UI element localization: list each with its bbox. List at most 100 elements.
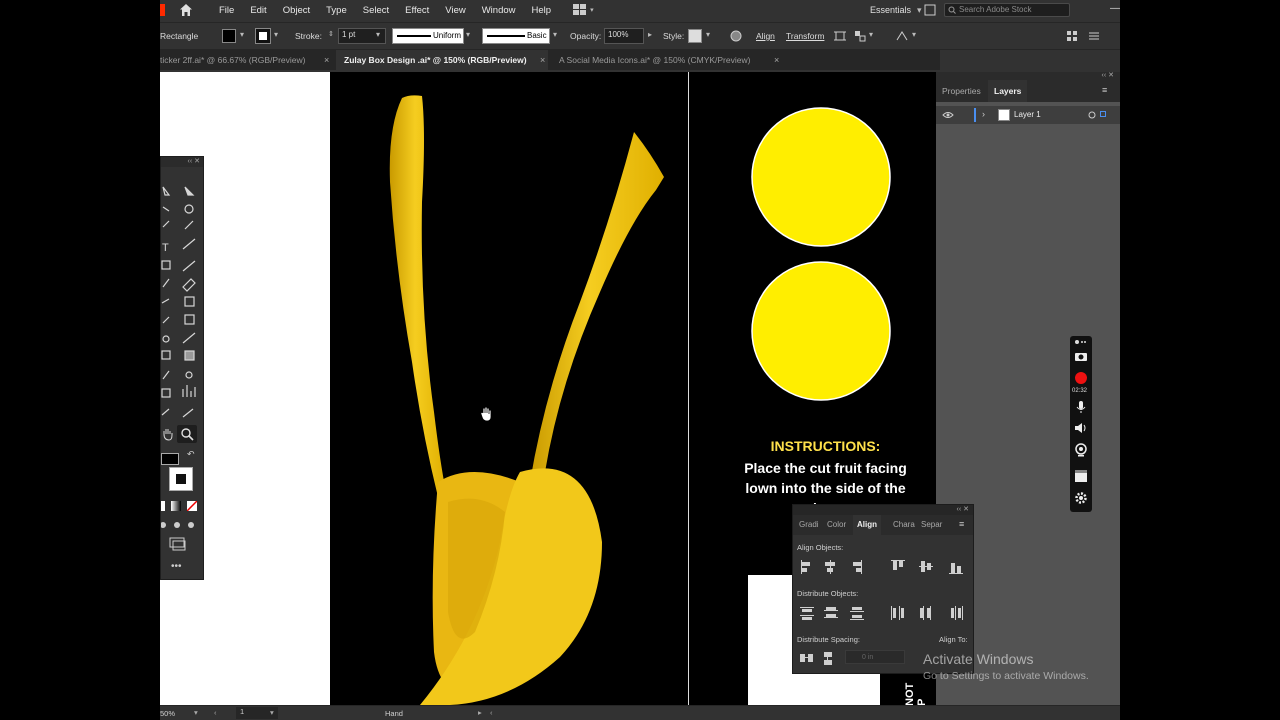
stroke-color-swatch[interactable] (169, 467, 193, 491)
zoom-tool-button[interactable] (177, 425, 197, 443)
tab-color[interactable]: Color (827, 515, 846, 535)
camera-icon[interactable] (1074, 350, 1088, 362)
chevron-down-icon[interactable]: ▾ (912, 30, 916, 39)
chevron-down-icon[interactable]: ▾ (590, 6, 594, 14)
speaker-icon[interactable] (1074, 422, 1088, 434)
menu-edit[interactable]: Edit (242, 5, 274, 16)
fill-color-swatch[interactable] (161, 453, 179, 465)
chevron-down-icon[interactable]: ▾ (376, 30, 380, 39)
select-similar-icon[interactable] (854, 30, 866, 42)
screen-mode-icon[interactable] (169, 537, 187, 551)
color-mode-icon[interactable] (161, 501, 165, 511)
layer-row[interactable]: › Layer 1 (936, 106, 1120, 124)
menu-select[interactable]: Select (355, 5, 397, 16)
hand-tool-icon[interactable] (161, 427, 175, 441)
previous-artboard-icon[interactable]: ‹ (214, 708, 217, 717)
tab-properties[interactable]: Properties (936, 80, 987, 102)
panel-dock-header[interactable]: ‹‹ ✕ (936, 72, 1120, 80)
chevron-down-icon[interactable]: ▾ (553, 30, 557, 39)
chevron-down-icon[interactable]: ▾ (466, 30, 470, 39)
close-icon[interactable]: × (324, 50, 329, 70)
transform-link[interactable]: Transform (786, 31, 824, 41)
more-tools-icon[interactable]: ••• (171, 561, 182, 572)
close-icon[interactable]: × (774, 50, 779, 70)
layer-name[interactable]: Layer 1 (1014, 110, 1041, 119)
menu-view[interactable]: View (437, 5, 473, 16)
tab-sticker-document[interactable]: ticker 2ff.ai* @ 66.67% (RGB/Preview) (160, 50, 334, 70)
chevron-down-icon[interactable]: ▾ (869, 30, 873, 39)
chevron-right-icon[interactable]: ▸ (648, 30, 652, 39)
distribute-spacing-icons[interactable] (799, 651, 839, 665)
spacing-value: 0 in (862, 654, 874, 661)
panel-menu-icon[interactable]: ≡ (959, 519, 964, 529)
align-panel-header[interactable]: ‹‹ ✕ (793, 505, 973, 515)
align-panel-tabs: Gradi Color Align Chara Separ ≡ (793, 515, 973, 535)
opacity-field[interactable]: 100% (604, 28, 644, 44)
webcam-icon[interactable] (1074, 443, 1088, 457)
stock-search-input[interactable]: Search Adobe Stock (944, 3, 1070, 17)
distribute-objects-icons[interactable] (799, 605, 969, 621)
panel-tabs: Properties Layers ≡ (936, 80, 1120, 102)
minimize-icon[interactable]: — (1110, 3, 1120, 14)
zoom-level[interactable]: 50% (160, 709, 175, 718)
chevron-down-icon[interactable]: ▾ (270, 708, 274, 717)
menu-object[interactable]: Object (275, 5, 318, 16)
tab-zulay-box-design[interactable]: Zulay Box Design .ai* @ 150% (RGB/Previe… (336, 50, 548, 70)
home-icon[interactable] (179, 3, 193, 17)
isolate-icon[interactable] (834, 30, 846, 42)
none-mode-icon[interactable] (187, 501, 197, 511)
selection-indicator[interactable] (1100, 111, 1106, 117)
tab-social-media-icons[interactable]: A Social Media Icons.ai* @ 150% (CMYK/Pr… (552, 50, 784, 70)
scroll-left-icon[interactable]: ‹ (490, 708, 493, 717)
tool-icons[interactable]: T (161, 183, 203, 443)
record-icon[interactable] (1074, 371, 1088, 385)
stroke-profile-select[interactable]: Uniform (392, 28, 464, 44)
more-options-icon[interactable] (1088, 30, 1100, 42)
chevron-down-icon[interactable]: ▾ (194, 708, 198, 717)
yellow-circle-top (751, 107, 891, 247)
puppet-warp-icon[interactable] (896, 30, 908, 42)
expand-chevron-icon[interactable]: › (982, 109, 985, 119)
tab-separations[interactable]: Separ (921, 515, 942, 535)
menu-window[interactable]: Window (474, 5, 524, 16)
expand-icon[interactable] (924, 4, 936, 16)
chevron-down-icon[interactable]: ▾ (706, 30, 710, 39)
recorder-grip-icon[interactable] (1074, 338, 1088, 346)
window-capture-icon[interactable] (1074, 469, 1088, 483)
menu-file[interactable]: File (211, 5, 242, 16)
stepper-icon[interactable]: ⇕ (328, 30, 334, 38)
brush-select[interactable]: Basic (482, 28, 550, 44)
graphic-style-swatch[interactable] (688, 29, 702, 43)
target-icon[interactable] (1088, 111, 1096, 119)
menu-effect[interactable]: Effect (397, 5, 437, 16)
recolor-artwork-icon[interactable] (730, 30, 742, 42)
arrange-documents-icon[interactable] (573, 4, 587, 16)
chevron-right-icon[interactable]: ▸ (478, 708, 482, 717)
menu-help[interactable]: Help (524, 5, 560, 16)
stroke-swatch[interactable] (255, 28, 271, 44)
chevron-down-icon[interactable]: ▾ (274, 30, 278, 39)
fill-swatch[interactable] (222, 29, 236, 43)
tab-align[interactable]: Align (853, 515, 881, 535)
gradient-mode-icon[interactable] (171, 501, 181, 511)
spacing-value-field[interactable]: 0 in (845, 650, 905, 664)
tab-character[interactable]: Chara (893, 515, 915, 535)
close-icon[interactable]: × (540, 50, 545, 70)
settings-gear-icon[interactable] (1074, 491, 1088, 505)
tab-gradient[interactable]: Gradi (799, 515, 819, 535)
chevron-down-icon[interactable]: ▾ (240, 30, 244, 39)
visibility-eye-icon[interactable] (942, 110, 954, 120)
workspace-switcher[interactable]: Essentials ▾ (870, 0, 922, 20)
tools-panel-header[interactable]: ‹‹ ✕ (161, 157, 203, 167)
panel-layout-icon[interactable] (1066, 30, 1078, 42)
menu-type[interactable]: Type (318, 5, 355, 16)
drawing-modes-icon[interactable] (161, 519, 201, 531)
align-link[interactable]: Align (756, 31, 775, 41)
chevron-down-icon: ▾ (917, 4, 922, 15)
tab-label: A Social Media Icons.ai* @ 150% (CMYK/Pr… (559, 55, 751, 65)
swap-colors-icon[interactable]: ↶ (187, 449, 195, 460)
microphone-icon[interactable] (1075, 400, 1087, 414)
tab-layers[interactable]: Layers (988, 80, 1028, 102)
align-objects-icons[interactable] (799, 559, 969, 575)
panel-menu-icon[interactable]: ≡ (1102, 85, 1107, 95)
